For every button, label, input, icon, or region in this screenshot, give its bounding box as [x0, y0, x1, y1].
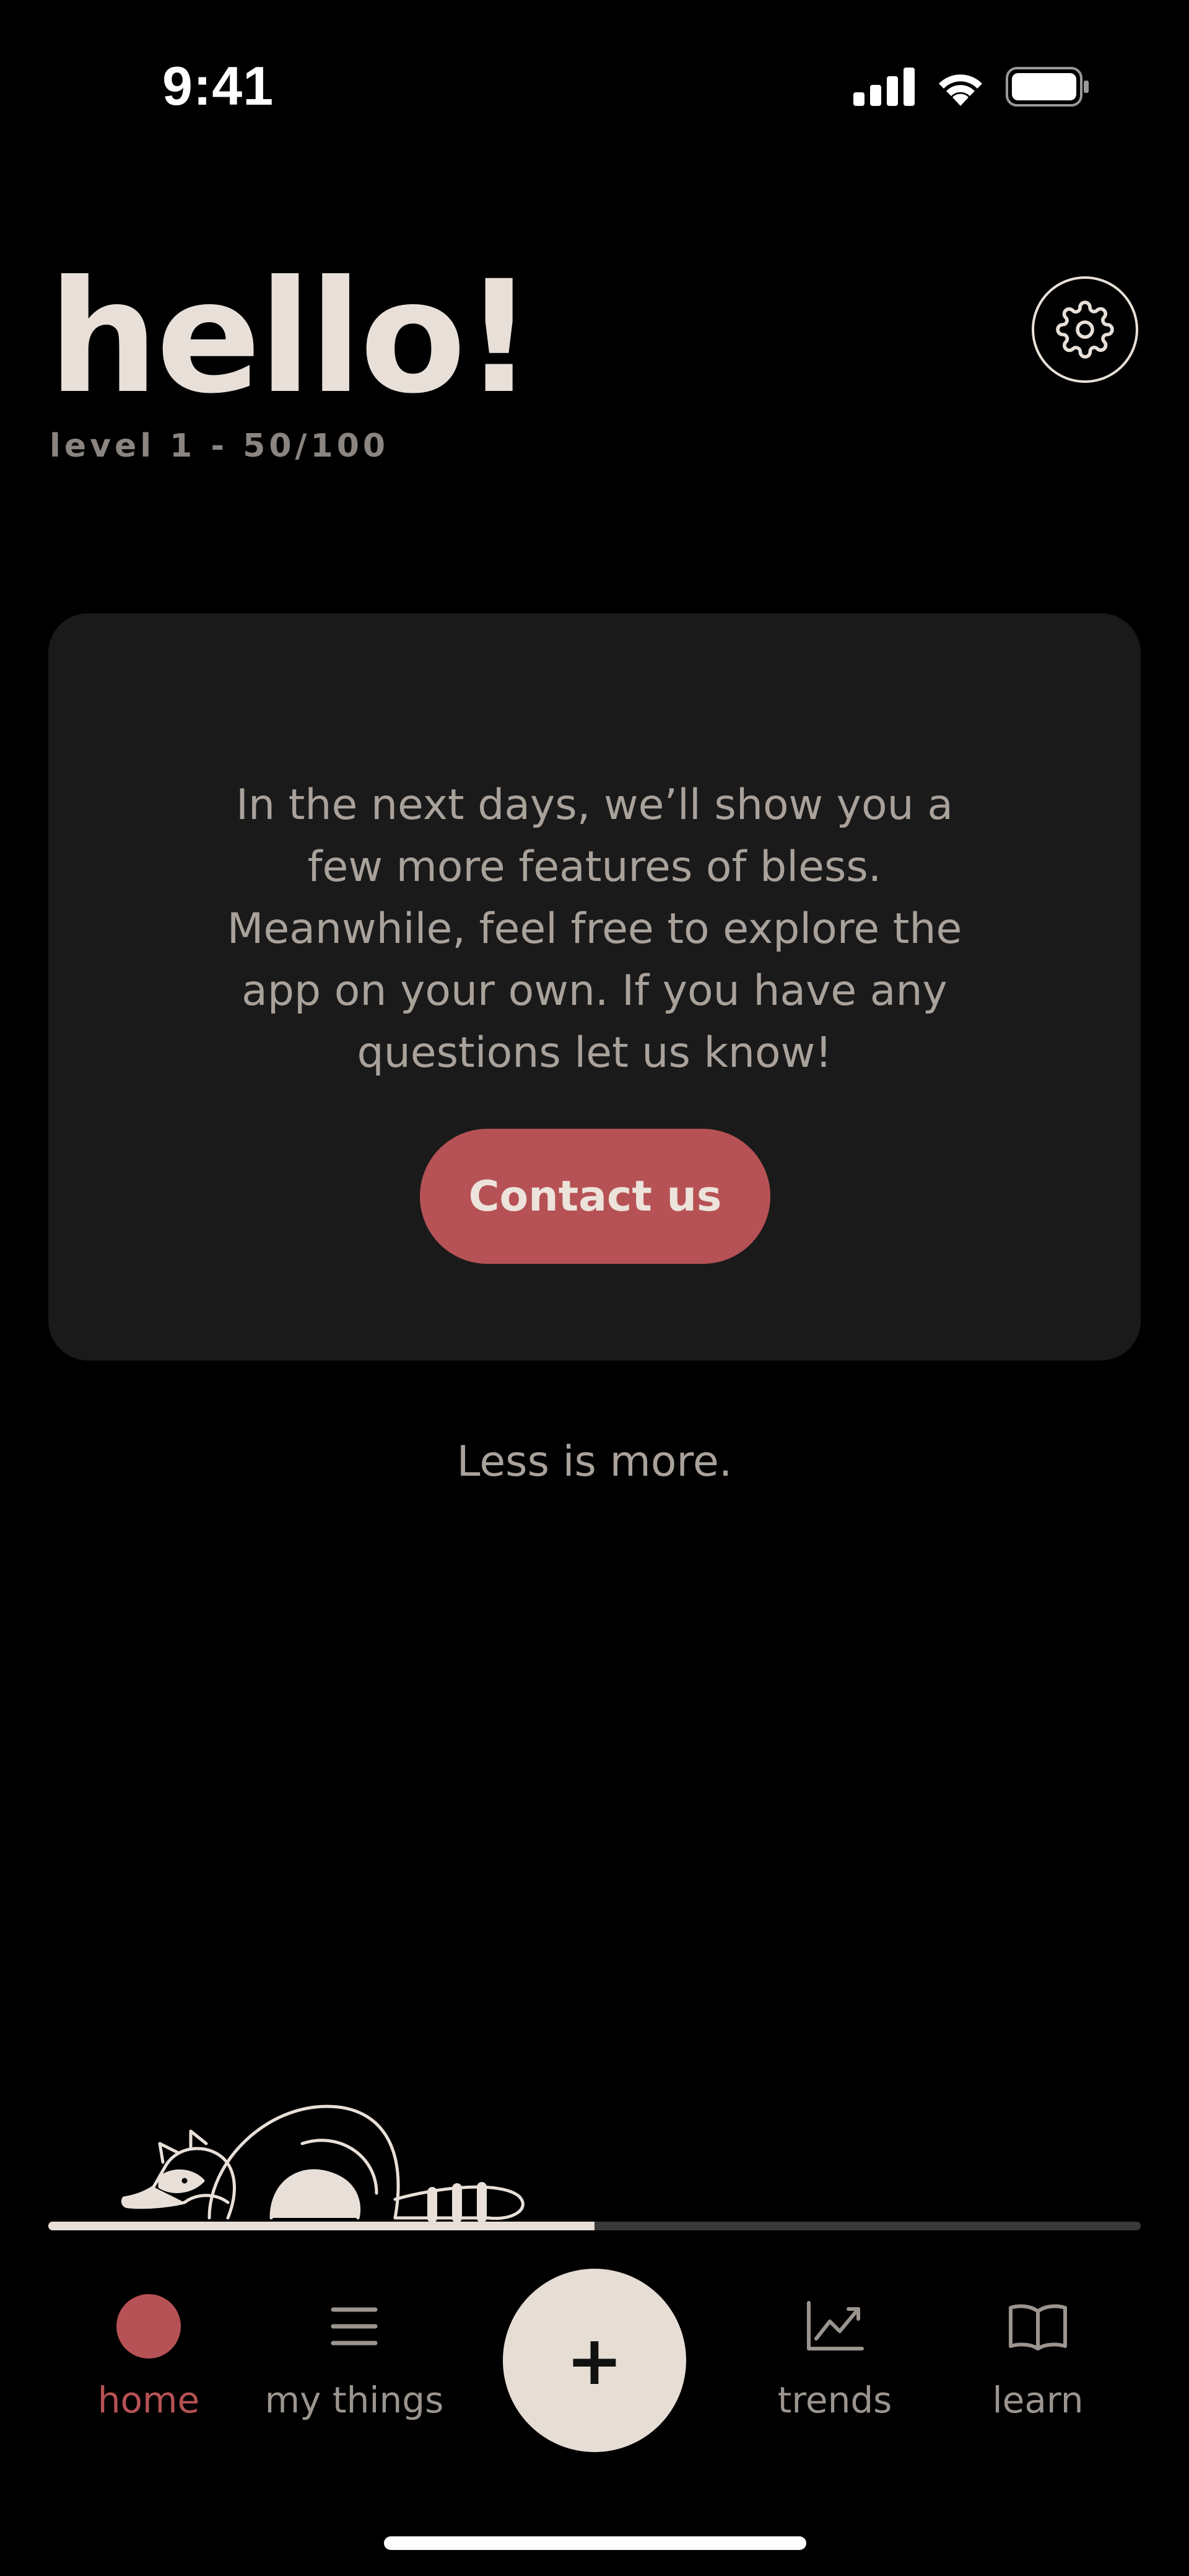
add-button[interactable]: + — [503, 2269, 686, 2452]
status-time: 9:41 — [162, 55, 274, 116]
motto-text: Less is more. — [456, 1437, 733, 1486]
chart-icon — [807, 2301, 864, 2350]
tab-my-things-label: my things — [264, 2379, 444, 2421]
tab-my-things[interactable]: my things — [255, 2292, 453, 2453]
tab-home-label: home — [97, 2379, 200, 2421]
book-icon — [1009, 2304, 1067, 2350]
wifi-icon — [939, 74, 982, 106]
tab-home[interactable]: home — [50, 2292, 248, 2453]
home-indicator[interactable] — [384, 2536, 806, 2550]
list-icon — [331, 2307, 378, 2346]
gear-icon — [1056, 300, 1114, 359]
progress-bar — [48, 2222, 1141, 2230]
tab-learn-label: learn — [992, 2379, 1084, 2421]
battery-icon — [1006, 67, 1089, 107]
home-dot-icon — [116, 2294, 181, 2359]
info-card: In the next days, we’ll show you a few m… — [48, 613, 1141, 1360]
card-message: In the next days, we’ll show you a few m… — [227, 781, 962, 1077]
tab-trends[interactable]: trends — [736, 2292, 934, 2453]
status-bar: 9:41 — [0, 0, 1189, 180]
cellular-signal-icon — [853, 68, 915, 106]
settings-button[interactable] — [1032, 276, 1138, 383]
tab-trends-label: trends — [777, 2379, 892, 2421]
raccoon-illustration — [121, 2105, 525, 2223]
level-progress-text: level 1 - 50/100 — [50, 427, 390, 465]
status-icons — [853, 67, 1090, 107]
contact-us-button[interactable]: Contact us — [420, 1129, 770, 1264]
progress-bar-fill — [48, 2222, 594, 2230]
greeting-title: hello! — [48, 247, 534, 427]
tab-learn[interactable]: learn — [939, 2292, 1137, 2453]
